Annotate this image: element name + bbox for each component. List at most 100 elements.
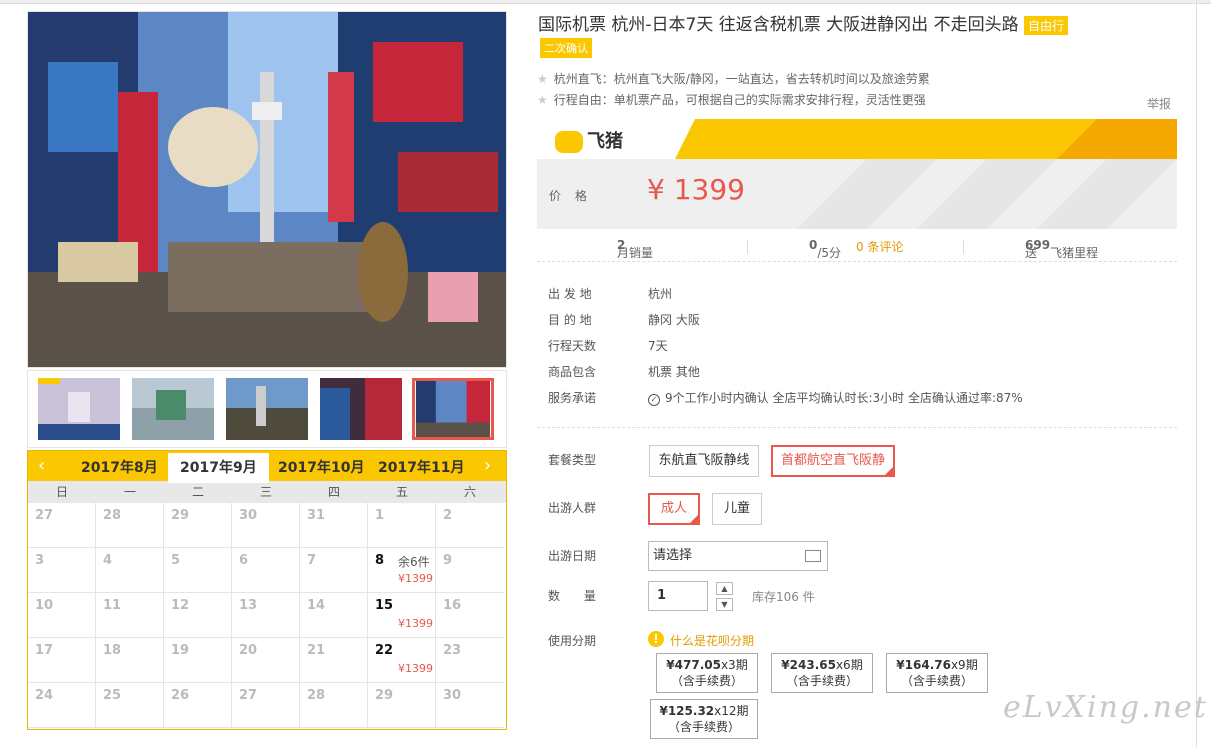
installment-fee: （含手续费）: [785, 674, 858, 688]
calendar-day-number: 25: [103, 688, 122, 703]
calendar-icon[interactable]: [805, 550, 821, 562]
calendar-day-number: 16: [443, 598, 462, 613]
calendar-day-cell: 30: [232, 503, 300, 548]
calendar-day-cell[interactable]: 22 ¥1399: [368, 638, 436, 683]
installment-option[interactable]: ¥477.05x3期 （含手续费）: [656, 653, 758, 693]
package-option-selected[interactable]: 首都航空直飞阪静: [771, 445, 895, 477]
thumbnail-2[interactable]: [132, 378, 214, 440]
calendar-day-cell: 27: [28, 503, 96, 548]
calendar-day-cell: 6: [232, 548, 300, 593]
free-travel-tag: 自由行: [1023, 15, 1068, 35]
thumbnail-4[interactable]: [320, 378, 402, 440]
calendar-next-arrow-icon[interactable]: ›: [484, 455, 500, 476]
calendar-day-number: 21: [307, 643, 326, 658]
installment-period: x3期: [720, 658, 748, 672]
quantity-increase-icon[interactable]: ▲: [716, 582, 733, 595]
rating: 0/5分: [809, 238, 841, 260]
warning-icon: !: [648, 631, 664, 647]
browser-top-strip: [0, 0, 1211, 4]
installment-option[interactable]: ¥125.32x12期 （含手续费）: [650, 699, 758, 739]
installment-help-link[interactable]: 什么是花呗分期: [670, 632, 754, 649]
detail-label: 行程天数: [548, 339, 597, 353]
travel-date-input[interactable]: 请选择: [648, 541, 828, 571]
detail-label: 目 的 地: [548, 313, 592, 327]
calendar-month-tab[interactable]: 2017年10月: [278, 457, 364, 477]
calendar-day-cell: 25: [96, 683, 164, 728]
people-option[interactable]: 儿童: [712, 493, 762, 525]
quantity-decrease-icon[interactable]: ▼: [716, 598, 733, 611]
people-option-selected[interactable]: 成人: [648, 493, 700, 525]
calendar-month-tab[interactable]: 2017年11月: [378, 457, 464, 477]
quantity-label: 数 量: [548, 589, 606, 603]
package-option[interactable]: 东航直飞阪静线: [649, 445, 759, 477]
calendar-day-number: 3: [35, 553, 45, 568]
report-link[interactable]: 举报: [1147, 95, 1171, 112]
installment-fee: （含手续费）: [670, 674, 743, 688]
thumbnail-3[interactable]: [226, 378, 308, 440]
calendar-day-cell: 26: [164, 683, 232, 728]
calendar-day-number: 27: [35, 508, 54, 523]
star-icon: ★: [537, 93, 548, 107]
site-watermark: eLvXing.net: [1003, 690, 1208, 725]
price-label: 价格: [549, 189, 602, 203]
detail-value: 机票 其他: [648, 365, 700, 379]
weekday-label: 二: [191, 485, 204, 499]
thumbnail-5-selected[interactable]: [412, 378, 494, 440]
calendar-day-number: 13: [239, 598, 258, 613]
weekday-label: 三: [259, 485, 272, 499]
calendar-day-number: 5: [171, 553, 181, 568]
calendar-month-tab[interactable]: 2017年8月: [81, 457, 158, 477]
calendar-day-number: 27: [239, 688, 258, 703]
calendar-day-cell: 14: [300, 593, 368, 638]
calendar-day-number: 29: [375, 688, 394, 703]
installment-fee: （含手续费）: [900, 674, 973, 688]
installment-period: x6期: [835, 658, 863, 672]
installment-period: x12期: [714, 704, 749, 718]
fliggy-logo-icon: [555, 131, 583, 153]
calendar-day-cell: 29: [368, 683, 436, 728]
calendar-grid: 27 28 29 30 31 1 2 3 4 5 6 7 8 余6件 ¥1399 9 10 11 12 13 14 15 ¥…: [28, 503, 506, 728]
section-divider: [537, 427, 1177, 428]
installment-label: 使用分期: [548, 634, 597, 648]
thumbnail-1[interactable]: [38, 378, 120, 440]
calendar-day-number: 29: [171, 508, 190, 523]
stock-text: 库存106 件: [752, 590, 815, 604]
calendar-day-cell: 3: [28, 548, 96, 593]
thumbnail-strip: [27, 370, 507, 448]
calendar-day-number: 9: [443, 553, 453, 568]
weekday-label: 六: [463, 485, 476, 499]
weekday-label: 一: [123, 485, 136, 499]
installment-option[interactable]: ¥243.65x6期 （含手续费）: [771, 653, 873, 693]
quantity-input[interactable]: 1: [648, 581, 708, 611]
people-label: 出游人群: [548, 501, 597, 515]
calendar-day-cell: 29: [164, 503, 232, 548]
reviews-link[interactable]: 0 条评论: [856, 238, 903, 255]
product-title: 国际机票 杭州-日本7天 往返含税机票 大阪进静冈出 不走回头路 自由行: [538, 10, 1068, 35]
weekday-label: 四: [327, 485, 340, 499]
calendar-day-number: 24: [35, 688, 54, 703]
monthly-sales: 月销量 2: [617, 238, 653, 260]
main-product-image: [27, 11, 507, 368]
calendar-day-number: 31: [307, 508, 326, 523]
calendar-day-cell: 12: [164, 593, 232, 638]
feature-line-1: ★ 杭州直飞：杭州直飞大阪/静冈，一站直达，省去转机时间以及旅途劳累: [537, 70, 930, 87]
calendar-day-number: 20: [239, 643, 258, 658]
calendar-prev-arrow-icon[interactable]: ‹: [38, 455, 54, 476]
monthly-sales-label: 月销量: [617, 246, 654, 260]
brand-bar: 飞猪: [537, 119, 1177, 159]
installment-amount: ¥125.32: [659, 704, 715, 718]
stats-separator: [747, 240, 748, 254]
miles-prefix: 送: [1025, 246, 1038, 260]
calendar-day-cell: 21: [300, 638, 368, 683]
calendar-day-cell[interactable]: 8 余6件 ¥1399: [368, 548, 436, 593]
calendar-day-cell: 17: [28, 638, 96, 683]
calendar-day-cell: 28: [96, 503, 164, 548]
calendar-day-number: 19: [171, 643, 190, 658]
detail-label: 出 发 地: [548, 287, 592, 301]
calendar-day-number: 23: [443, 643, 462, 658]
calendar-day-cell[interactable]: 15 ¥1399: [368, 593, 436, 638]
calendar-day-number: 4: [103, 553, 113, 568]
calendar-month-tab-active[interactable]: 2017年9月: [168, 453, 269, 483]
calendar-day-number: 7: [307, 553, 317, 568]
installment-option[interactable]: ¥164.76x9期 （含手续费）: [886, 653, 988, 693]
